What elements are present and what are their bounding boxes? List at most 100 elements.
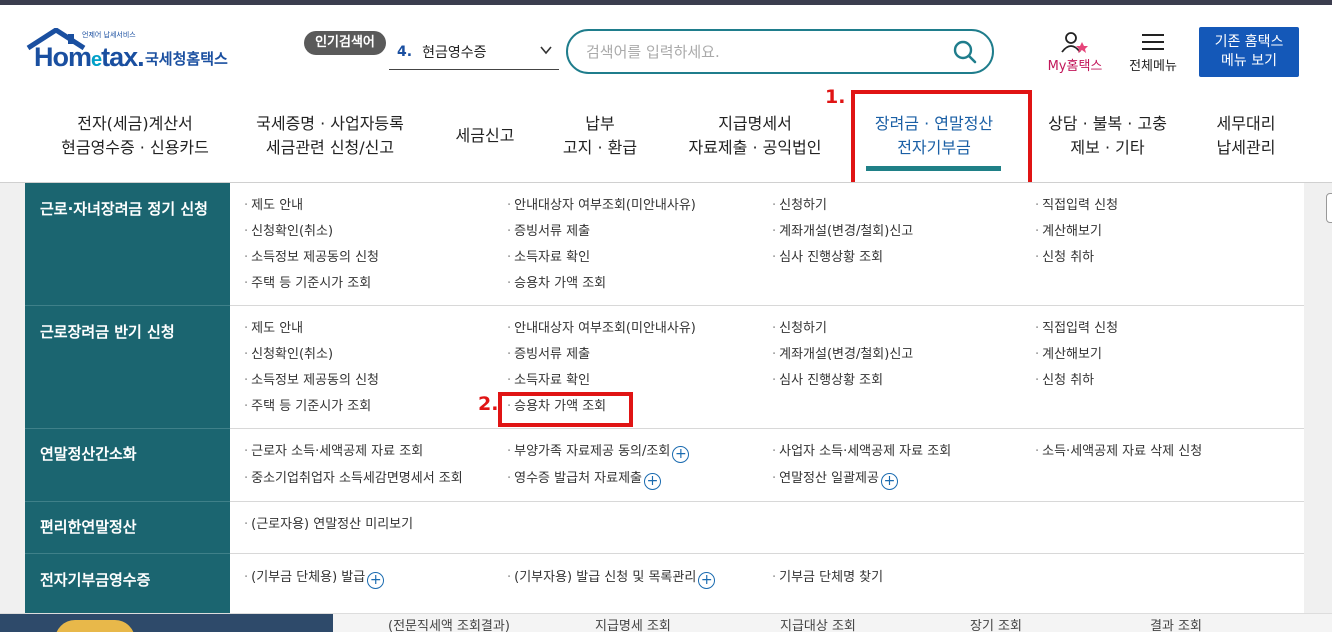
menu-link[interactable]: · 소득·세액공제 자료 삭제 신청 (1035, 443, 1202, 461)
expand-plus-icon[interactable]: + (698, 572, 716, 589)
menu-link[interactable]: · 기부금 단체명 찾기 (772, 569, 883, 587)
menu-link[interactable]: · 신청확인(취소) (244, 346, 333, 364)
menu-link[interactable]: · 신청 취하 (1035, 249, 1094, 267)
menu-link[interactable]: · 직접입력 신청 (1035, 320, 1118, 338)
menu-link[interactable]: · 계좌개설(변경/철회)신고 (772, 346, 913, 364)
menu-link[interactable]: · 부양가족 자료제공 동의/조회 + (507, 443, 690, 463)
my-hometax-button[interactable]: My홈택스 (1038, 30, 1112, 75)
menu-link[interactable]: · 신청하기 (772, 197, 827, 215)
menu-link[interactable]: · 안내대상자 여부조회(미안내사유) (507, 197, 696, 215)
nav-label: 납세관리 (1216, 138, 1276, 157)
menu-link[interactable]: · 영수증 발급처 자료제출 + (507, 470, 662, 490)
menu-link[interactable]: · 심사 진행상황 조회 (772, 372, 883, 390)
all-menu-label: 전체메뉴 (1129, 59, 1177, 74)
background-tab[interactable]: (전문직세액 조회결과) (388, 615, 510, 632)
menu-link[interactable]: · 소득자료 확인 (507, 249, 590, 267)
logo-wordmark: Hometax. (34, 42, 145, 72)
popular-search-select[interactable]: 4. 현금영수증 (389, 34, 559, 70)
annotation-step-2: 2. (478, 393, 499, 415)
menu-link[interactable]: · 안내대상자 여부조회(미안내사유) (507, 320, 696, 338)
annotation-box-1 (851, 90, 1032, 186)
nav-label: 상담 · 불복 · 고충 (1048, 114, 1167, 133)
category-yearend-simplified[interactable]: 연말정산간소화 (40, 443, 137, 464)
scroll-handle[interactable] (1326, 193, 1332, 223)
menu-link[interactable]: · 제도 안내 (244, 320, 303, 338)
menu-link[interactable]: · 신청확인(취소) (244, 223, 333, 241)
expand-plus-icon[interactable]: + (367, 572, 385, 589)
popular-search-badge: 인기검색어 (304, 31, 386, 55)
search-icon[interactable] (952, 39, 978, 65)
category-divider (25, 501, 230, 502)
category-eitc-regular[interactable]: 근로·자녀장려금 정기 신청 (40, 198, 208, 219)
menu-link[interactable]: · 소득자료 확인 (507, 372, 590, 390)
menu-link[interactable]: · 증빙서류 제출 (507, 346, 590, 364)
nav-label: 제보 · 기타 (1070, 138, 1145, 157)
menu-link[interactable]: · 주택 등 기준시가 조회 (244, 275, 371, 293)
expand-plus-icon[interactable]: + (880, 473, 898, 490)
nav-label: 세무대리 (1216, 114, 1276, 133)
nav-label: 현금영수증 · 신용카드 (61, 138, 209, 157)
menu-link[interactable]: · 계산해보기 (1035, 223, 1102, 241)
category-eitc-half[interactable]: 근로장려금 반기 신청 (40, 321, 175, 342)
nav-tax-agent[interactable]: 세무대리 납세관리 (1200, 112, 1292, 162)
menu-link[interactable]: · (기부금 단체용) 발급 + (244, 569, 385, 589)
category-divider (25, 305, 230, 306)
left-gray-band (0, 183, 25, 613)
menu-link[interactable]: · 직접입력 신청 (1035, 197, 1118, 215)
popular-rank: 4. (397, 43, 413, 60)
category-divider (25, 553, 230, 554)
background-tab[interactable]: 결과 조회 (1150, 615, 1202, 632)
category-easy-yearend[interactable]: 편리한연말정산 (40, 516, 137, 537)
nav-tax-filing[interactable]: 세금신고 (440, 112, 530, 162)
expand-plus-icon[interactable]: + (672, 446, 690, 463)
background-page-strip: (전문직세액 조회결과) 지급명세 조회 지급대상 조회 장기 조회 결과 조회 (0, 613, 1332, 632)
menu-link[interactable]: · (기부자용) 발급 신청 및 목록관리 + (507, 569, 716, 589)
nav-label: 국세증명 · 사업자등록 (256, 114, 404, 133)
menu-link[interactable]: · 신청 취하 (1035, 372, 1094, 390)
section-divider (230, 305, 1304, 306)
legacy-line1: 기존 홈택스 (1214, 34, 1284, 50)
menu-link[interactable]: · 사업자 소득·세액공제 자료 조회 (772, 443, 951, 461)
nav-payment[interactable]: 납부 고지 · 환급 (545, 112, 655, 162)
nav-label: 자료제출 · 공익법인 (688, 138, 822, 157)
menu-link[interactable]: · 제도 안내 (244, 197, 303, 215)
nav-label: 납부 (585, 114, 615, 133)
chevron-down-icon (540, 46, 552, 55)
section-divider (230, 553, 1304, 554)
category-divider (25, 428, 230, 429)
menu-link[interactable]: · 주택 등 기준시가 조회 (244, 398, 371, 416)
category-e-donation-receipt[interactable]: 전자기부금영수증 (40, 569, 150, 590)
background-banner (0, 614, 333, 632)
coin-illustration-icon (55, 620, 135, 632)
menu-link[interactable]: · 근로자 소득·세액공제 자료 조회 (244, 443, 423, 461)
nav-e-invoice[interactable]: 전자(세금)계산서 현금영수증 · 신용카드 (45, 112, 225, 162)
menu-link[interactable]: · 승용차 가액 조회 (507, 275, 606, 293)
legacy-menu-button[interactable]: 기존 홈택스 메뉴 보기 (1199, 27, 1299, 77)
hometax-logo[interactable]: 언제어 납세서비스 Hometax. 국세청홈택스 (26, 28, 241, 76)
nav-payment-statement[interactable]: 지급명세서 자료제출 · 공익법인 (670, 112, 840, 162)
menu-link[interactable]: · 심사 진행상황 조회 (772, 249, 883, 267)
all-menu-button[interactable]: 전체메뉴 (1120, 30, 1186, 75)
background-tab[interactable]: 지급명세 조회 (595, 615, 671, 632)
legacy-line2: 메뉴 보기 (1221, 53, 1277, 69)
search-input[interactable] (586, 31, 946, 72)
background-tab[interactable]: 장기 조회 (970, 615, 1022, 632)
menu-link[interactable]: · 계산해보기 (1035, 346, 1102, 364)
menu-link[interactable]: · 신청하기 (772, 320, 827, 338)
menu-link[interactable]: · 중소기업취업자 소득세감면명세서 조회 (244, 470, 463, 488)
nav-label: 지급명세서 (718, 114, 792, 133)
nav-certificates[interactable]: 국세증명 · 사업자등록 세금관련 신청/신고 (240, 112, 420, 162)
menu-link[interactable]: · (근로자용) 연말정산 미리보기 (244, 516, 413, 534)
menu-link[interactable]: · 계좌개설(변경/철회)신고 (772, 223, 913, 241)
expand-plus-icon[interactable]: + (644, 473, 662, 490)
menu-link[interactable]: · 소득정보 제공동의 신청 (244, 372, 379, 390)
section-divider (230, 428, 1304, 429)
nav-consult-appeal[interactable]: 상담 · 불복 · 고충 제보 · 기타 (1030, 112, 1185, 162)
background-tab[interactable]: 지급대상 조회 (780, 615, 856, 632)
logo-tagline: 언제어 납세서비스 (82, 31, 136, 39)
nav-label: 전자(세금)계산서 (77, 114, 193, 133)
menu-link[interactable]: · 소득정보 제공동의 신청 (244, 249, 379, 267)
my-hometax-label: My홈택스 (1047, 59, 1103, 74)
menu-link[interactable]: · 증빙서류 제출 (507, 223, 590, 241)
menu-link[interactable]: · 연말정산 일괄제공 + (772, 470, 898, 490)
